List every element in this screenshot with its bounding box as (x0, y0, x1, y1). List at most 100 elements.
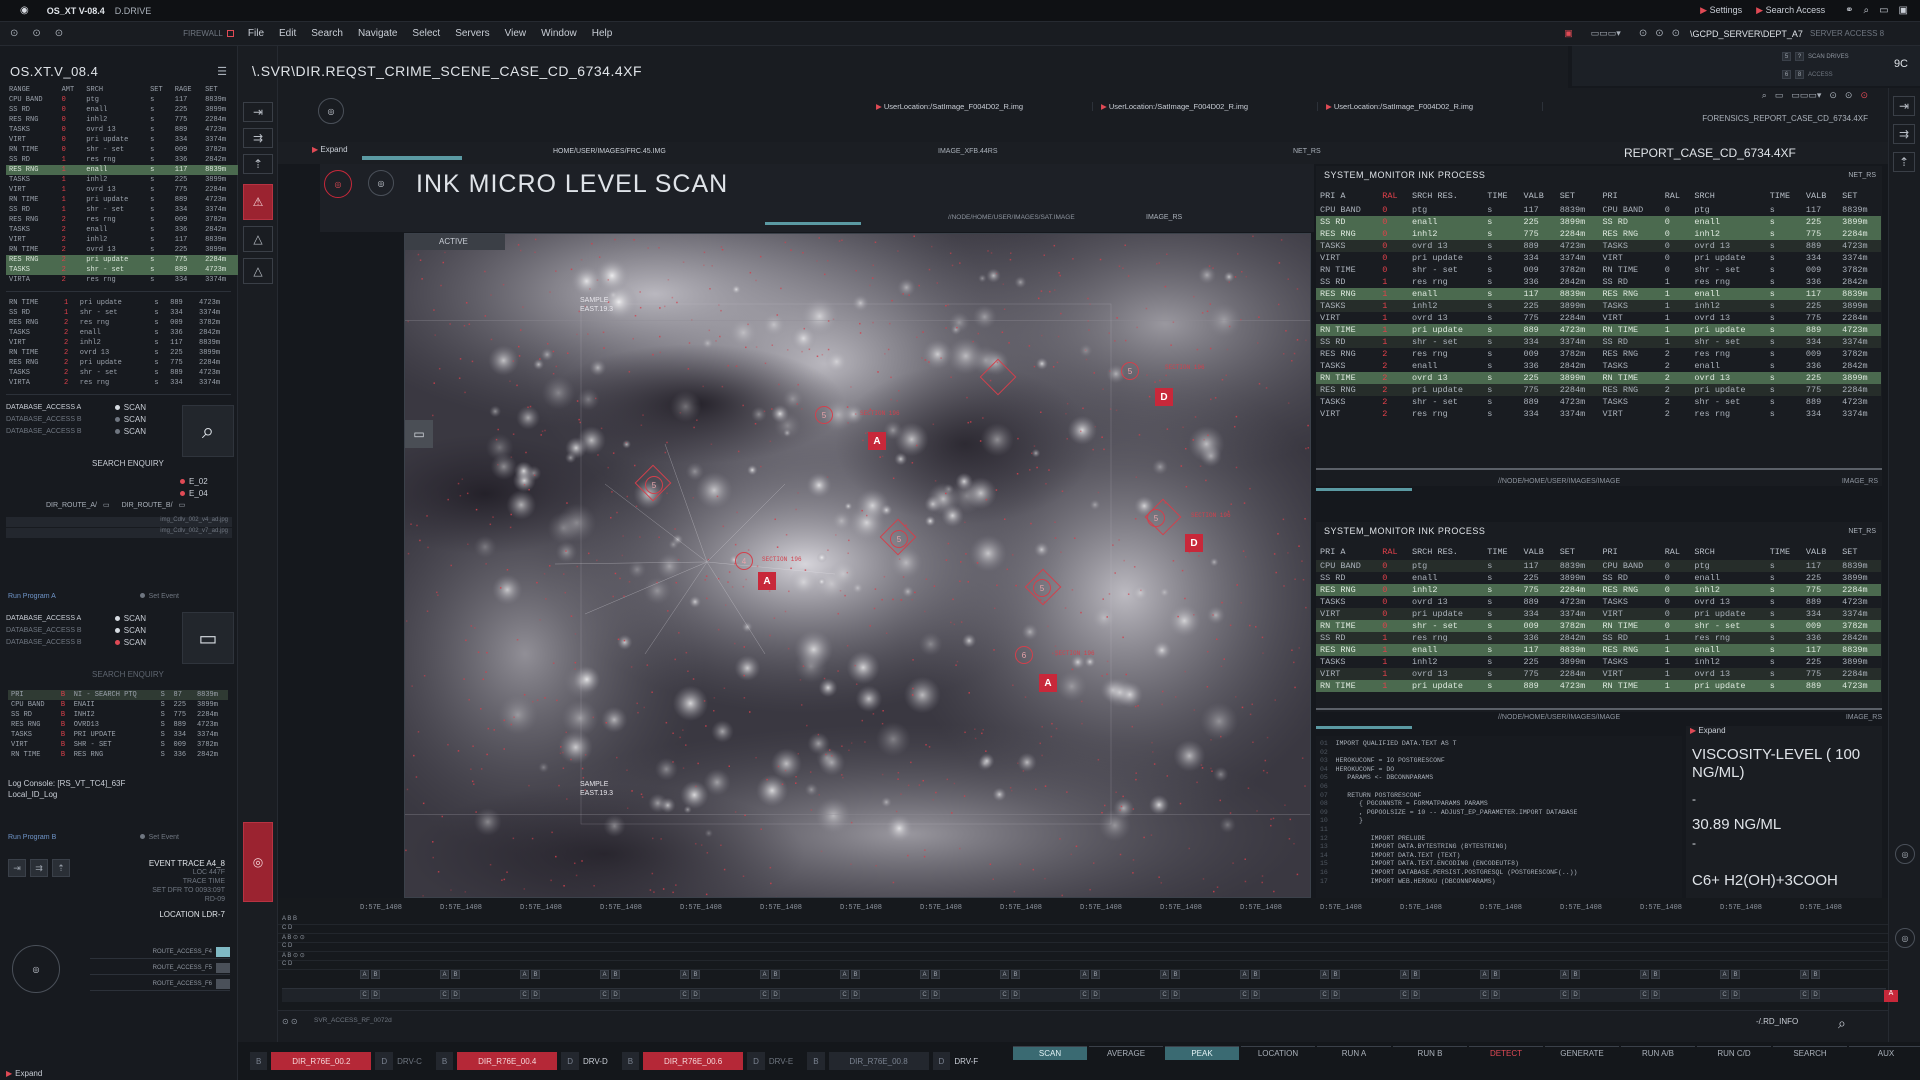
tab-peak[interactable]: PEAK (1165, 1046, 1239, 1060)
table-row[interactable]: RES RNG 2 res rng s 009 3782m (6, 215, 238, 225)
triangle-tool-button-2[interactable]: △ (243, 258, 273, 284)
cell-a[interactable]: A (760, 970, 769, 979)
tab-location[interactable]: LOCATION (1241, 1046, 1315, 1060)
timeline-cell[interactable]: AB (1800, 970, 1880, 979)
timeline-icon[interactable]: ⊙ ⊙ (282, 1017, 298, 1026)
drive-d-button[interactable]: D (561, 1052, 579, 1070)
cell-a[interactable]: A (440, 970, 449, 979)
cell-d[interactable]: D (691, 990, 700, 999)
table-row[interactable]: TASKS 2 enall s 336 2842m (6, 225, 238, 235)
marker-a-3[interactable]: A (1039, 674, 1057, 692)
link-icon[interactable]: ⚭ (1845, 5, 1853, 16)
folder-side-button[interactable]: ▭ (405, 420, 433, 448)
circle-marker-4[interactable]: 5 (890, 530, 908, 548)
tab-search[interactable]: SEARCH (1773, 1046, 1847, 1060)
search-access-link[interactable]: ▶ Search Access (1756, 5, 1825, 16)
scan-button[interactable]: SCAN (114, 427, 146, 436)
cell-b[interactable]: B (1571, 970, 1580, 979)
tab-run-b[interactable]: RUN B (1393, 1046, 1467, 1060)
log-console[interactable]: Log Console: [RS_VT_TC4]_63F (8, 778, 229, 789)
circle-marker-1[interactable]: 5 (815, 406, 833, 424)
cell-c[interactable]: C (360, 990, 369, 999)
database-access-row[interactable]: DATABASE_ACCESS B SCAN (6, 636, 146, 648)
alert-icon[interactable]: ▣ (1564, 28, 1573, 39)
timeline-cell[interactable]: AB (1160, 970, 1240, 979)
cell-c[interactable]: C (1560, 990, 1569, 999)
scan-button[interactable]: SCAN (114, 626, 146, 635)
table-row[interactable]: RES RNG 1 enall s 117 8839m RES RNG 1 enall s 117 8… (1316, 644, 1881, 656)
cell-c[interactable]: C (1080, 990, 1089, 999)
warning-tool-button[interactable]: ⚠ (243, 184, 273, 220)
cell-b[interactable]: B (531, 970, 540, 979)
table-row[interactable]: RES RNG 0 inhl2 s 775 2284m RES RNG 0 inhl2 s 775 2… (1316, 584, 1881, 596)
circle-marker-5[interactable]: 5 (1033, 579, 1051, 597)
settings-link[interactable]: ▶ Settings (1700, 5, 1742, 16)
local-log[interactable]: Local_ID_Log (8, 789, 229, 800)
timeline-cell-2[interactable]: CD (1160, 990, 1240, 999)
file-item[interactable]: img_Cdlv_002_v7_ad.jpg (6, 528, 232, 538)
menu-select[interactable]: Select (412, 28, 440, 39)
globe-icon[interactable]: ⊙ (1672, 28, 1680, 39)
table-row[interactable]: RN TIME 1 pri update s 889 4723m (6, 298, 238, 308)
menu-view[interactable]: View (505, 28, 527, 39)
cell-d[interactable]: D (1491, 990, 1500, 999)
cell-c[interactable]: C (1160, 990, 1169, 999)
table-row[interactable]: CPU BAND 0 ptg s 117 8839m CPU BAND 0 ptg s 117 883… (1316, 560, 1881, 572)
cell-a[interactable]: A (1160, 970, 1169, 979)
target-icon[interactable]: ⊙ (1655, 28, 1663, 39)
right-target-icon-1[interactable]: ◎ (1895, 844, 1915, 864)
tab-alert-icon[interactable]: ⊙ (1860, 90, 1868, 101)
timeline-cell[interactable]: AB (1240, 970, 1320, 979)
drive-d-button[interactable]: D (747, 1052, 765, 1070)
tab-search-icon[interactable]: ⌕ (1762, 90, 1767, 101)
dir-route-a[interactable]: DIR_ROUTE_A/ (46, 502, 97, 509)
drive-dir-button[interactable]: DIR_R76E_00.2 (271, 1052, 372, 1070)
cell-b[interactable]: B (1491, 970, 1500, 979)
folder-route-b-icon[interactable]: ▭ (179, 501, 186, 509)
active-label[interactable]: ACTIVE (405, 234, 505, 250)
skip-icon[interactable]: ⇉ (30, 859, 48, 877)
cell-a[interactable]: A (1240, 970, 1249, 979)
menu-file[interactable]: File (248, 28, 264, 39)
cell-d[interactable]: D (611, 990, 620, 999)
cell-c[interactable]: C (1720, 990, 1729, 999)
table-row[interactable]: RES RNG 1 enall s 117 8839m (6, 165, 238, 175)
table-row[interactable]: RN TIME 1 pri update s 889 4723m RN TIME 1 pri u… (1316, 324, 1881, 336)
table-row[interactable]: TASKS 2 shr - set s 889 4723m (6, 265, 238, 275)
scan-alert-icon[interactable]: ◎ (324, 170, 352, 198)
marker-d-2[interactable]: D (1185, 534, 1203, 552)
table-row[interactable]: VIRT 2 inhl2 s 117 8839m (6, 235, 238, 245)
cell-c[interactable]: C (760, 990, 769, 999)
cell-b[interactable]: B (371, 970, 380, 979)
route-access-row[interactable]: ROUTE_ACCESS_F5 (90, 961, 230, 975)
cell-c[interactable]: C (920, 990, 929, 999)
timeline-cell-2[interactable]: CD (920, 990, 1000, 999)
circle-marker-2[interactable]: 5 (1121, 362, 1139, 380)
cell-d[interactable]: D (851, 990, 860, 999)
cell-b[interactable]: B (931, 970, 940, 979)
table-row[interactable]: VIRT 2 inhl2 s 117 8839m (6, 338, 238, 348)
table-row[interactable]: RES RNG 2 pri update s 775 2284m (6, 255, 238, 265)
timeline-cell-2[interactable]: CD (1560, 990, 1640, 999)
menu-edit[interactable]: Edit (279, 28, 296, 39)
cell-b[interactable]: B (1251, 970, 1260, 979)
tab-generate[interactable]: GENERATE (1545, 1046, 1619, 1060)
tab-run-a-b[interactable]: RUN A/B (1621, 1046, 1695, 1060)
timeline-cell-2[interactable]: CD (1000, 990, 1080, 999)
table-row[interactable]: TASKS 1 inhl2 s 225 3899m TASKS 1 inhl2 s 225 3899m (1316, 300, 1881, 312)
circle-marker-7[interactable]: 4 (735, 552, 753, 570)
timeline-cell-2[interactable]: CD (680, 990, 760, 999)
scan-button[interactable]: SCAN (114, 415, 146, 424)
gear-icon[interactable]: ⊙ (1639, 28, 1647, 39)
table-row[interactable]: TASKS 2 shr - set s 889 4723m TASKS 2 shr - set s… (1316, 396, 1881, 408)
route-toggle[interactable] (216, 946, 230, 957)
set-event-a[interactable]: Set Event (139, 593, 179, 600)
circle-marker-6[interactable]: 5 (645, 476, 663, 494)
cell-c[interactable]: C (680, 990, 689, 999)
run-program-a[interactable]: Run Program A (8, 593, 56, 600)
marker-d-1[interactable]: D (1155, 388, 1173, 406)
cell-d[interactable]: D (771, 990, 780, 999)
cell-b[interactable]: B (611, 970, 620, 979)
cell-d[interactable]: D (531, 990, 540, 999)
triangle-tool-button-1[interactable]: △ (243, 226, 273, 252)
